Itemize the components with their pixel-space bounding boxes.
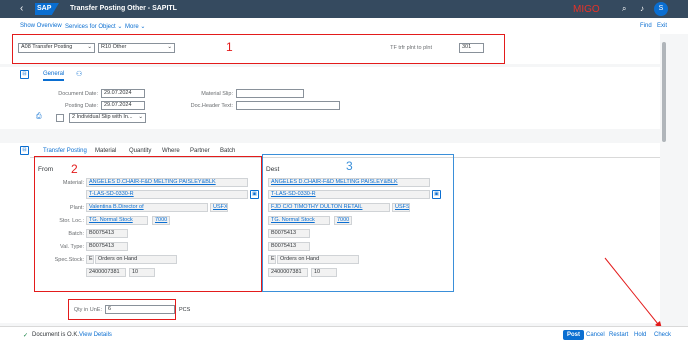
find-button[interactable]: Find [640,23,652,29]
annotation-arrow [604,257,663,330]
services-label: Services for Object [65,24,116,30]
slip-option-value: 2 Individual Slip with In... [72,114,133,120]
doc-header-label: Doc.Header Text: [190,103,233,109]
annotation-box-2 [34,156,262,292]
tab-quantity[interactable]: Quantity [129,148,151,154]
collapse-icon[interactable]: ⊟ [20,70,29,79]
document-date-input[interactable]: 29.07.2024 [101,89,145,98]
avatar[interactable]: S [654,2,668,16]
annotation-box-3 [262,154,454,292]
check-button[interactable]: Check [654,332,671,338]
annotation-label-2: 2 [71,162,78,176]
collapse-icon[interactable]: ⊟ [20,146,29,155]
tab-material[interactable]: Material [95,148,116,154]
annotation-box-1 [12,34,505,64]
cancel-button[interactable]: Cancel [586,332,605,338]
footer-bar: ✓ Document is O.K. View Details Post Can… [0,326,688,343]
restart-button[interactable]: Restart [609,332,628,338]
document-date-label: Document Date: [58,91,98,97]
view-details-link[interactable]: View Details [79,332,112,338]
sap-logo: SAP [35,3,59,15]
print-checkbox[interactable] [56,114,64,122]
success-icon: ✓ [23,333,29,339]
annotation-label-1: 1 [226,40,233,54]
more-label: More [125,24,139,30]
header-panel: ⊟ General ⚇ Document Date: 29.07.2024 Po… [0,67,660,129]
status-message: Document is O.K. [32,332,80,338]
services-for-object-menu[interactable]: Services for Object ⌄ [65,23,122,30]
doc-header-input[interactable] [236,101,340,110]
annotation-box-qty [68,299,176,320]
tab-batch[interactable]: Batch [220,148,235,154]
app-title: Transfer Posting Other - SAPITL [70,5,177,12]
annotation-label-3: 3 [346,159,353,173]
scrollbar[interactable] [662,42,666,142]
print-icon[interactable]: ⎙ [36,113,42,121]
notification-icon[interactable]: ♪ [640,4,644,13]
hold-button[interactable]: Hold [634,332,646,338]
shell-bar: ‹ SAP Transfer Posting Other - SAPITL MI… [0,0,688,18]
org-icon[interactable]: ⚇ [76,70,82,78]
search-icon[interactable]: ⌕ [622,4,626,14]
chevron-down-icon: ⌄ [138,114,143,120]
tab-where[interactable]: Where [162,148,180,154]
exit-button[interactable]: Exit [657,23,667,29]
sub-header: Show Overview Services for Object ⌄ More… [0,18,688,34]
more-menu[interactable]: More ⌄ [125,23,145,30]
tcode-annotation: MIGO [573,4,600,15]
posting-date-input[interactable]: 29.07.2024 [101,101,145,110]
posting-date-label: Posting Date: [64,103,98,109]
post-button[interactable]: Post [563,330,585,340]
slip-option-select[interactable]: 2 Individual Slip with In... ⌄ [69,113,146,123]
show-overview-button[interactable]: Show Overview [20,23,62,29]
tab-general[interactable]: General [43,71,65,81]
tab-partner[interactable]: Partner [190,148,210,154]
material-slip-input[interactable] [236,89,304,98]
material-slip-label: Material Slip: [201,91,233,97]
qty-unit: PCS [179,307,191,313]
back-icon[interactable]: ‹ [20,3,23,14]
